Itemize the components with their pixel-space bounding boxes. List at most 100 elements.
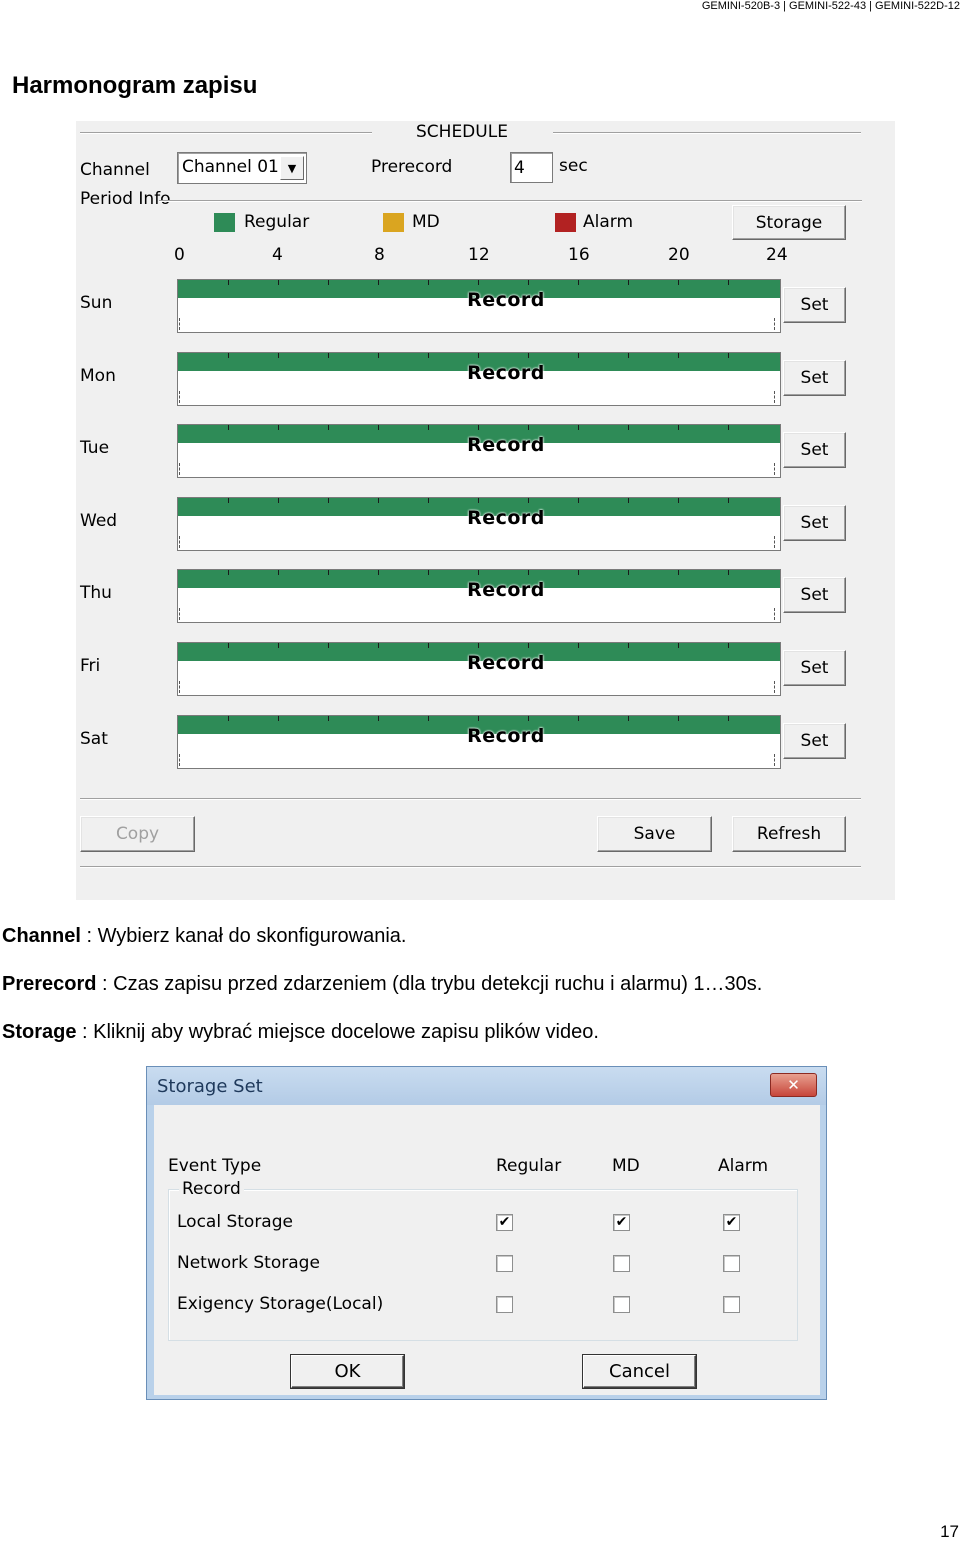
schedule-timeline[interactable]: Record	[177, 714, 781, 769]
period-handle[interactable]	[774, 608, 775, 621]
set-button-tue[interactable]: Set	[783, 432, 846, 469]
hour-tick	[578, 497, 579, 503]
hour-tick	[378, 425, 379, 431]
hour-label: 12	[468, 245, 490, 265]
storage-description: Storage : Kliknij aby wybrać miejsce doc…	[2, 1021, 599, 1044]
record-group-label: Record	[179, 1179, 244, 1199]
period-handle[interactable]	[179, 318, 180, 330]
period-handle[interactable]	[179, 390, 180, 403]
checkbox-regular[interactable]	[496, 1296, 513, 1313]
hour-tick	[328, 352, 329, 358]
period-handle[interactable]	[774, 753, 775, 766]
storage-row-label: Network Storage	[177, 1253, 320, 1273]
storage-button[interactable]: Storage	[732, 205, 846, 240]
period-handle[interactable]	[774, 681, 775, 693]
checkbox-alarm[interactable]	[723, 1255, 740, 1272]
record-label: Record	[467, 652, 545, 674]
hour-tick	[478, 425, 479, 431]
checkbox-alarm[interactable]: ✔	[723, 1214, 740, 1231]
checkbox-regular[interactable]: ✔	[496, 1214, 513, 1231]
check-icon: ✔	[615, 1214, 628, 1230]
checkbox-md[interactable]	[613, 1296, 630, 1313]
dialog-title: Storage Set	[157, 1076, 263, 1097]
day-row-thu: Thu Record Set	[76, 569, 895, 624]
storage-row-label: Local Storage	[177, 1212, 293, 1232]
checkbox-regular[interactable]	[496, 1255, 513, 1272]
hour-tick	[228, 352, 229, 358]
channel-term: Channel	[2, 925, 81, 947]
hour-tick	[428, 352, 429, 358]
set-button-fri[interactable]: Set	[783, 650, 846, 686]
hour-tick	[378, 352, 379, 358]
schedule-timeline[interactable]: Record	[177, 569, 781, 624]
channel-description: Channel : Wybierz kanał do skonfigurowan…	[2, 925, 406, 948]
hour-tick	[428, 570, 429, 576]
period-handle[interactable]	[179, 463, 180, 476]
hour-tick	[328, 497, 329, 503]
set-button-sun[interactable]: Set	[783, 287, 846, 323]
set-button-mon[interactable]: Set	[783, 359, 846, 396]
day-row-sun: Sun Record Set	[76, 279, 895, 333]
set-button-thu[interactable]: Set	[783, 577, 846, 614]
alarm-color-swatch	[555, 213, 576, 232]
record-groupbox: Record Local Storage ✔ ✔ ✔ Network Storage Ex…	[168, 1179, 798, 1341]
period-handle[interactable]	[179, 535, 180, 548]
schedule-timeline[interactable]: Record	[177, 424, 781, 479]
channel-select[interactable]: Channel 01 ▼	[177, 152, 307, 184]
schedule-timeline[interactable]: Record	[177, 496, 781, 551]
hour-tick	[228, 497, 229, 503]
dialog-titlebar[interactable]: Storage Set ✕	[147, 1067, 826, 1105]
hour-label: 24	[766, 245, 788, 265]
copy-button[interactable]: Copy	[80, 816, 195, 852]
hour-tick	[528, 280, 529, 285]
prerecord-label: Prerecord	[371, 157, 453, 177]
checkbox-md[interactable]	[613, 1255, 630, 1272]
column-alarm: Alarm	[718, 1156, 769, 1176]
refresh-button[interactable]: Refresh	[732, 816, 846, 852]
hour-tick	[628, 643, 629, 648]
checkbox-md[interactable]: ✔	[613, 1214, 630, 1231]
day-label: Tue	[80, 438, 110, 459]
cancel-button[interactable]: Cancel	[583, 1355, 696, 1388]
schedule-timeline[interactable]: Record	[177, 351, 781, 406]
hour-tick	[278, 280, 279, 285]
chevron-down-icon[interactable]: ▼	[280, 156, 304, 180]
save-button[interactable]: Save	[597, 816, 712, 852]
schedule-timeline[interactable]: Record	[177, 642, 781, 696]
legend-regular: Regular	[244, 212, 310, 232]
divider	[80, 866, 861, 868]
regular-color-swatch	[214, 213, 235, 232]
period-handle[interactable]	[179, 608, 180, 621]
set-button-wed[interactable]: Set	[783, 504, 846, 541]
close-icon[interactable]: ✕	[770, 1073, 817, 1097]
ok-button[interactable]: OK	[291, 1355, 404, 1388]
period-handle[interactable]	[774, 390, 775, 403]
prerecord-input[interactable]	[510, 152, 553, 183]
period-handle[interactable]	[179, 681, 180, 693]
hour-tick	[278, 643, 279, 648]
hour-tick	[628, 280, 629, 285]
md-color-swatch	[383, 213, 404, 232]
hour-tick	[228, 425, 229, 431]
prerecord-input-field[interactable]	[511, 153, 552, 182]
hour-label: 16	[568, 245, 590, 265]
period-handle[interactable]	[774, 463, 775, 476]
check-icon: ✔	[725, 1214, 738, 1230]
day-label: Sun	[80, 293, 113, 313]
legend-alarm: Alarm	[583, 212, 634, 232]
channel-text: : Wybierz kanał do skonfigurowania.	[80, 925, 407, 947]
day-label: Fri	[80, 656, 101, 676]
period-handle[interactable]	[774, 535, 775, 548]
schedule-timeline[interactable]: Record	[177, 279, 781, 333]
period-handle[interactable]	[179, 753, 180, 766]
hour-label: 0	[174, 245, 185, 265]
day-row-sat: Sat Record Set	[76, 714, 895, 769]
hour-tick	[728, 497, 729, 503]
hour-tick	[578, 570, 579, 576]
checkbox-alarm[interactable]	[723, 1296, 740, 1313]
day-row-mon: Mon Record Set	[76, 351, 895, 406]
set-button-sat[interactable]: Set	[783, 722, 846, 759]
page-number: 17	[940, 1522, 959, 1541]
column-md: MD	[612, 1156, 640, 1176]
period-handle[interactable]	[774, 318, 775, 330]
